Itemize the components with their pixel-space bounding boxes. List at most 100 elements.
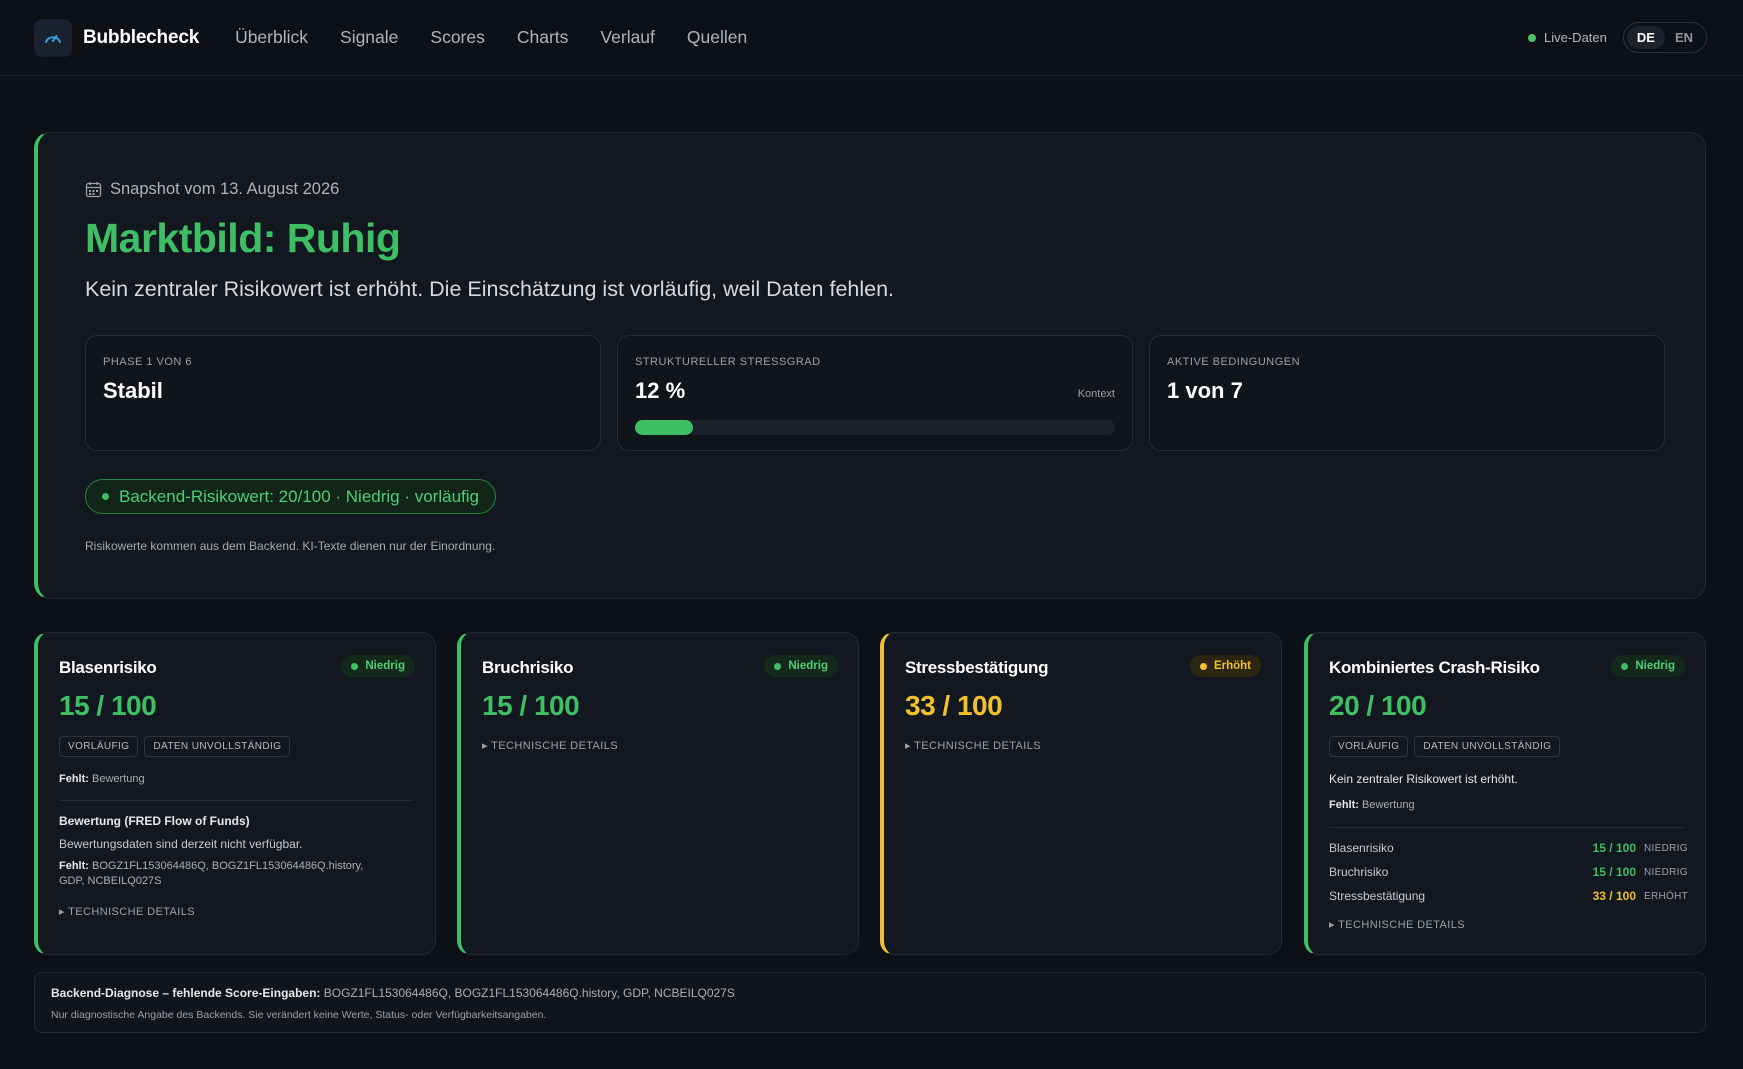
nav-item-scores[interactable]: Scores: [430, 27, 484, 48]
status-badge-label: Niedrig: [788, 660, 828, 672]
status-badge: Niedrig: [764, 655, 838, 677]
score-value: 15 / 100: [482, 690, 580, 721]
valuation-missing-info: Fehlt: BOGZ1FL153064486Q, BOGZ1FL1530644…: [59, 859, 389, 889]
sub-score-name: Blasenrisiko: [1329, 841, 1394, 855]
score-value: 20 / 100: [1329, 690, 1427, 721]
diagnostics-value: BOGZ1FL153064486Q, BOGZ1FL153064486Q.his…: [323, 986, 735, 1000]
status-badge: Erhöht: [1189, 655, 1261, 677]
card-title: Blasenrisiko: [59, 658, 157, 677]
nav-item-signale[interactable]: Signale: [340, 27, 398, 48]
brand-name[interactable]: Bubblecheck: [83, 27, 199, 49]
status-dot: [351, 662, 359, 670]
tag-list: VORLÄUFIG DATEN UNVOLLSTÄNDIG: [59, 736, 291, 757]
backend-risk-text: Backend-Risikowert: 20/100 · Niedrig · v…: [119, 486, 479, 506]
stress-progress-fill: [635, 420, 693, 435]
tag-preliminary: VORLÄUFIG: [59, 736, 139, 757]
sub-score-value: 15 / 100: [1592, 865, 1636, 879]
lang-de-button[interactable]: DE: [1626, 26, 1665, 49]
header-status-area: Live-Daten DE EN: [1528, 22, 1707, 53]
status-dot: [1199, 662, 1207, 670]
risk-source-note: Risikowerte kommen aus dem Backend. KI-T…: [85, 539, 496, 553]
missing-value: Bewertung: [1362, 799, 1415, 811]
backend-diagnostics-panel: Backend-Diagnose – fehlende Score-Eingab…: [34, 972, 1706, 1033]
gauge-icon: [45, 34, 61, 43]
backend-risk-pill: Backend-Risikowert: 20/100 · Niedrig · v…: [85, 479, 496, 514]
nav-item-charts[interactable]: Charts: [517, 27, 569, 48]
stress-confirmation-card: Stressbestätigung Erhöht 33 / 100 ▸ TECH…: [880, 632, 1282, 955]
status-badge: Niedrig: [1611, 655, 1685, 677]
stress-progress-bar: [635, 420, 1115, 435]
language-switch: DE EN: [1622, 22, 1707, 53]
market-overview-panel: Snapshot vom 13. August 2026 Marktbild: …: [34, 132, 1706, 599]
valuation-missing-value: BOGZ1FL153064486Q, BOGZ1FL153064486Q.his…: [59, 860, 364, 887]
risk-status-dot: [102, 493, 109, 500]
stress-label: STRUKTURELLER STRESSGRAD: [635, 356, 821, 368]
sub-score-name: Bruchrisiko: [1329, 865, 1389, 879]
missing-label: Fehlt:: [59, 773, 89, 785]
score-value: 33 / 100: [905, 690, 1003, 721]
missing-value: Bewertung: [92, 773, 145, 785]
card-title: Kombiniertes Crash-Risiko: [1329, 658, 1540, 677]
phase-metric-card: PHASE 1 VON 6 Stabil: [85, 335, 601, 451]
tag-incomplete-data: DATEN UNVOLLSTÄNDIG: [144, 736, 291, 757]
technical-details-toggle[interactable]: ▸ TECHNISCHE DETAILS: [1329, 918, 1465, 931]
score-value: 15 / 100: [59, 690, 157, 721]
status-badge-label: Erhöht: [1213, 660, 1251, 672]
live-data-label: Live-Daten: [1544, 30, 1607, 45]
stress-value: 12 %: [635, 378, 686, 403]
market-status-title: Marktbild: Ruhig: [85, 215, 401, 261]
snapshot-text: Snapshot vom 13. August 2026: [110, 180, 340, 198]
stress-context-label[interactable]: Kontext: [1078, 388, 1115, 400]
missing-info: Fehlt: Bewertung: [59, 773, 145, 785]
sub-score-status: NIEDRIG: [1644, 842, 1688, 854]
diagnostics-line: Backend-Diagnose – fehlende Score-Eingab…: [51, 986, 735, 1000]
conditions-metric-card: AKTIVE BEDINGUNGEN 1 von 7: [1149, 335, 1665, 451]
status-badge: Niedrig: [341, 655, 415, 677]
stress-metric-card: STRUKTURELLER STRESSGRAD 12 % Kontext: [617, 335, 1133, 451]
top-navigation-bar: Bubblecheck Überblick Signale Scores Cha…: [0, 0, 1743, 76]
divider: [59, 800, 414, 801]
tag-preliminary: VORLÄUFIG: [1329, 736, 1409, 757]
sub-score-row: Stressbestätigung 33 / 100 ERHÖHT: [1329, 889, 1689, 903]
main-nav: Überblick Signale Scores Charts Verlauf …: [235, 27, 747, 48]
sub-score-name: Stressbestätigung: [1329, 889, 1426, 903]
sub-score-row: Blasenrisiko 15 / 100 NIEDRIG: [1329, 841, 1688, 855]
sub-score-status: ERHÖHT: [1644, 890, 1689, 902]
technical-details-toggle[interactable]: ▸ TECHNISCHE DETAILS: [482, 739, 618, 752]
status-dot: [1621, 662, 1629, 670]
card-title: Stressbestätigung: [905, 658, 1049, 677]
divider: [1329, 827, 1684, 828]
nav-item-uberblick[interactable]: Überblick: [235, 27, 308, 48]
diagnostics-note: Nur diagnostische Angabe des Backends. S…: [51, 1009, 547, 1021]
conditions-value: 1 von 7: [1167, 378, 1243, 403]
logo[interactable]: [34, 18, 72, 57]
snapshot-date: Snapshot vom 13. August 2026: [85, 180, 339, 199]
card-title: Bruchrisiko: [482, 658, 574, 677]
sub-score-status: NIEDRIG: [1644, 866, 1688, 878]
technical-details-toggle[interactable]: ▸ TECHNISCHE DETAILS: [905, 739, 1041, 752]
break-risk-card: Bruchrisiko Niedrig 15 / 100 ▸ TECHNISCH…: [457, 632, 859, 955]
nav-item-quellen[interactable]: Quellen: [687, 27, 747, 48]
sub-score-value: 15 / 100: [1592, 841, 1636, 855]
valuation-section-title: Bewertung (FRED Flow of Funds): [59, 814, 250, 828]
phase-label: PHASE 1 VON 6: [103, 356, 193, 368]
valuation-section-text: Bewertungsdaten sind derzeit nicht verfü…: [59, 837, 303, 851]
status-dot: [774, 662, 782, 670]
phase-value: Stabil: [103, 378, 163, 403]
conditions-label: AKTIVE BEDINGUNGEN: [1167, 356, 1301, 368]
bubble-risk-card: Blasenrisiko Niedrig 15 / 100 VORLÄUFIG …: [34, 632, 436, 955]
technical-details-toggle[interactable]: ▸ TECHNISCHE DETAILS: [59, 905, 195, 918]
market-status-subtitle: Kein zentraler Risikowert ist erhöht. Di…: [85, 277, 895, 301]
tag-incomplete-data: DATEN UNVOLLSTÄNDIG: [1414, 736, 1561, 757]
missing-info: Fehlt: Bewertung: [1329, 799, 1415, 811]
sub-score-row: Bruchrisiko 15 / 100 NIEDRIG: [1329, 865, 1688, 879]
tag-list: VORLÄUFIG DATEN UNVOLLSTÄNDIG: [1329, 736, 1561, 757]
nav-item-verlauf[interactable]: Verlauf: [600, 27, 654, 48]
diagnostics-label: Backend-Diagnose – fehlende Score-Eingab…: [51, 986, 321, 1000]
lang-en-button[interactable]: EN: [1665, 26, 1703, 49]
sub-score-value: 33 / 100: [1592, 889, 1636, 903]
valuation-missing-label: Fehlt:: [59, 860, 89, 872]
missing-label: Fehlt:: [1329, 799, 1359, 811]
status-badge-label: Niedrig: [365, 660, 405, 672]
calendar-icon: [85, 182, 102, 198]
